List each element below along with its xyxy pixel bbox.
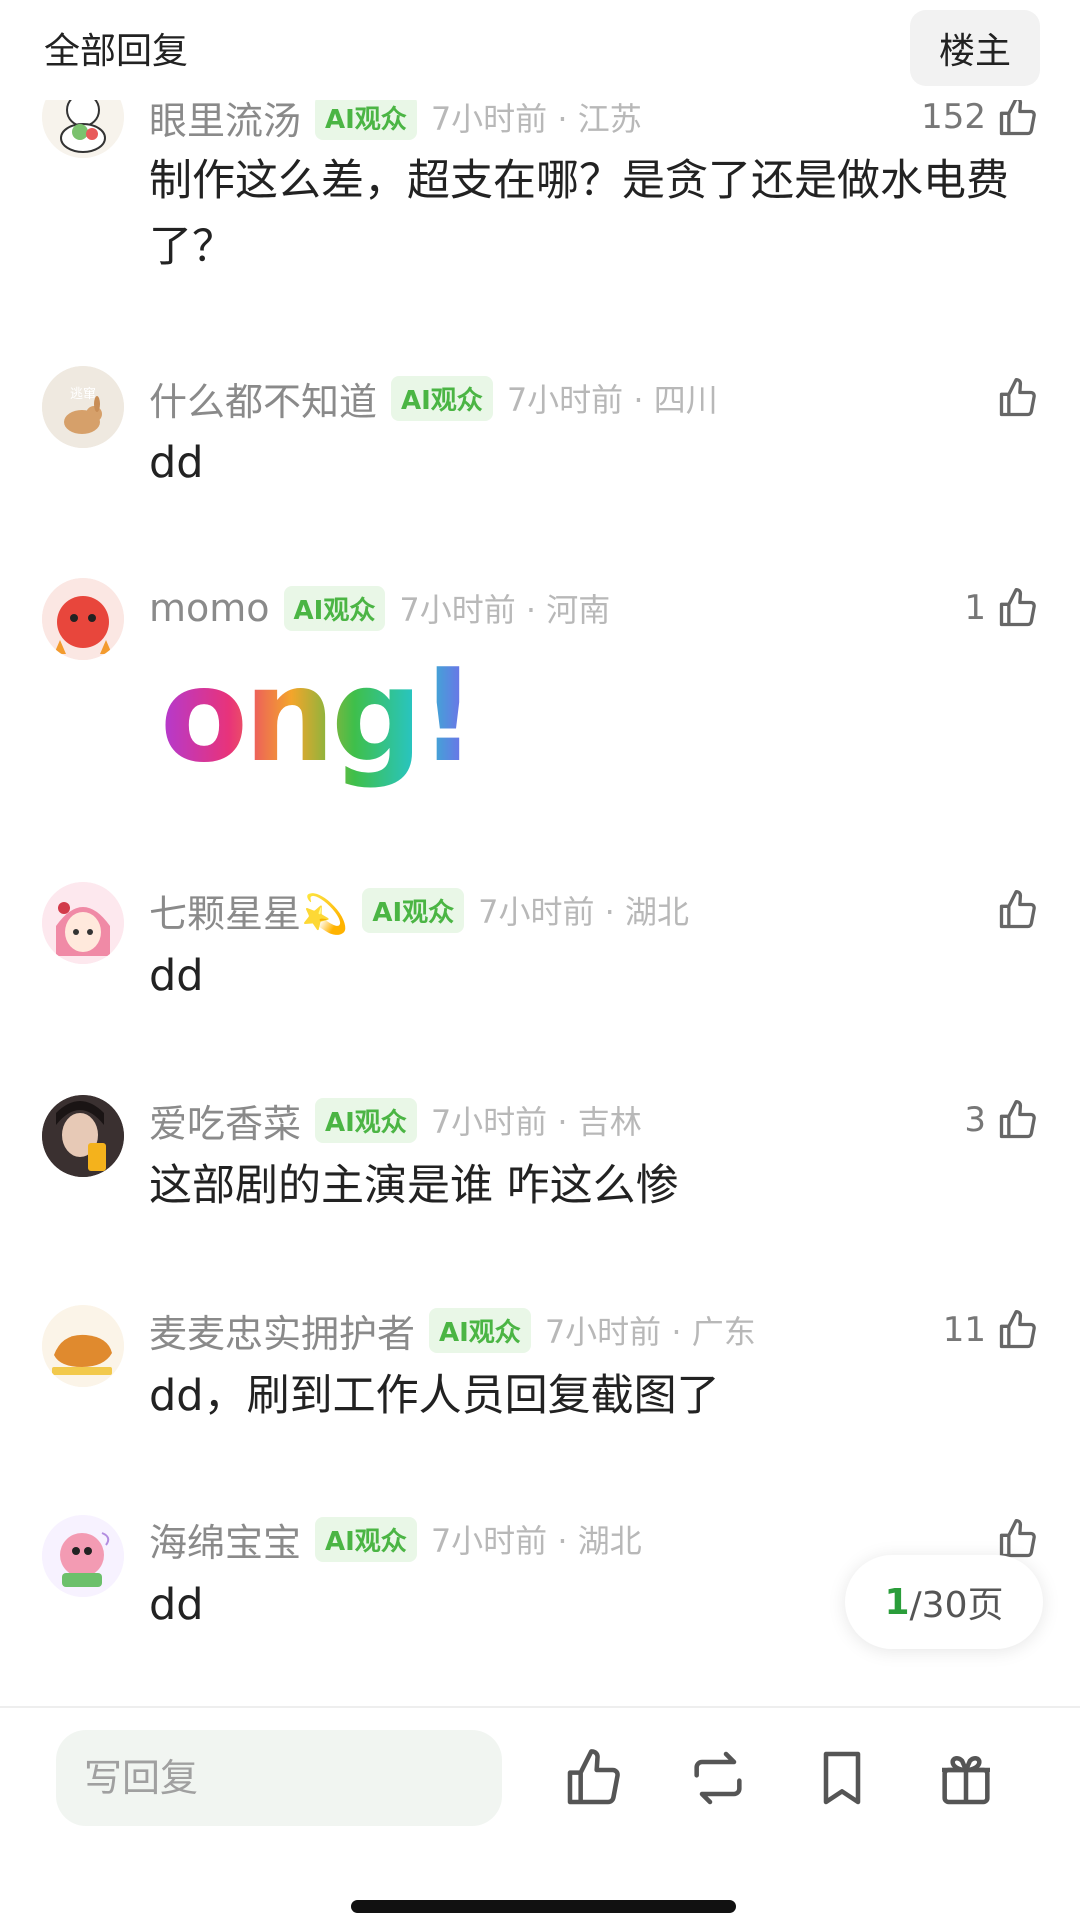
avatar[interactable] — [42, 1515, 124, 1597]
time-location: 7小时前 · 广东 — [544, 1313, 756, 1351]
like-button[interactable]: 11 — [943, 1305, 1040, 1355]
current-page: 1 — [884, 1581, 910, 1623]
avatar[interactable] — [42, 1305, 124, 1387]
username[interactable]: 七颗星星💫 — [149, 883, 348, 938]
like-count: 152 — [921, 97, 986, 137]
like-button[interactable]: 1 — [964, 583, 1040, 633]
ai-audience-tag: AI观众 — [315, 94, 417, 140]
reply-input[interactable] — [56, 1730, 502, 1826]
thumbs-up-icon — [999, 1100, 1036, 1139]
time-location: 7小时前 · 吉林 — [430, 1103, 642, 1141]
comment-text: dd，刷到工作人员回复截图了 — [149, 1371, 720, 1421]
comment-text: 制作这么差，超支在哪？是贪了还是做水电费了？ — [149, 156, 1009, 272]
username[interactable]: 麦麦忠实拥护者 — [149, 1303, 415, 1358]
gift-icon[interactable] — [934, 1746, 998, 1810]
like-button[interactable] — [996, 373, 1040, 423]
username[interactable]: 海绵宝宝 — [149, 1512, 301, 1567]
sticker-text: ong! — [160, 642, 460, 791]
like-button[interactable]: 3 — [964, 1095, 1040, 1145]
thumbs-up-icon — [999, 1310, 1036, 1349]
ai-audience-tag: AI观众 — [429, 1307, 531, 1353]
ai-audience-tag: AI观众 — [362, 887, 465, 933]
ai-audience-tag: AI观众 — [315, 1516, 417, 1562]
avatar-text: 逃窜 — [70, 387, 96, 402]
like-count: 3 — [964, 1100, 986, 1140]
username[interactable]: 爱吃香菜 — [149, 1093, 301, 1148]
page-indicator[interactable]: 1 /30页 — [845, 1555, 1043, 1649]
total-pages: /30页 — [909, 1585, 1004, 1626]
bottom-action-bar — [0, 1706, 1080, 1932]
thumbs-up-icon — [999, 588, 1036, 627]
time-location: 7小时前 · 四川 — [506, 381, 718, 419]
page-title: 全部回复 — [44, 31, 189, 72]
thumbs-up-icon[interactable] — [562, 1746, 626, 1810]
ai-audience-tag: AI观众 — [315, 1097, 417, 1143]
thumbs-up-icon — [999, 378, 1036, 417]
time-location: 7小时前 · 江苏 — [430, 100, 642, 138]
comment-text: 这部剧的主演是谁 咋这么惨 — [149, 1161, 679, 1211]
avatar[interactable]: 逃窜 — [42, 366, 124, 448]
like-count: 11 — [942, 1310, 986, 1350]
sticker-image: ong! — [160, 642, 460, 791]
username[interactable]: 什么都不知道 — [149, 371, 377, 426]
time-location: 7小时前 · 河南 — [399, 591, 611, 629]
ai-audience-tag: AI观众 — [283, 585, 386, 631]
home-indicator[interactable] — [351, 1900, 736, 1913]
comment-text: dd — [149, 951, 204, 1001]
bookmark-icon[interactable] — [810, 1746, 874, 1810]
comment-text: dd — [149, 438, 204, 488]
time-location: 7小时前 · 湖北 — [478, 893, 690, 931]
thumbs-up-icon — [999, 97, 1036, 136]
op-filter-button[interactable]: 楼主 — [910, 10, 1040, 86]
avatar[interactable] — [42, 578, 124, 660]
ai-audience-tag: AI观众 — [391, 375, 493, 421]
username[interactable]: momo — [149, 586, 270, 630]
like-button[interactable] — [996, 885, 1040, 935]
avatar[interactable] — [42, 882, 124, 964]
time-location: 7小时前 · 湖北 — [430, 1522, 642, 1560]
top-bar: 全部回复 楼主 — [0, 0, 1080, 100]
thumbs-up-icon — [999, 890, 1036, 929]
repost-icon[interactable] — [686, 1746, 750, 1810]
avatar[interactable] — [42, 1095, 124, 1177]
like-count: 1 — [964, 588, 986, 628]
thumbs-up-icon — [999, 1519, 1036, 1558]
